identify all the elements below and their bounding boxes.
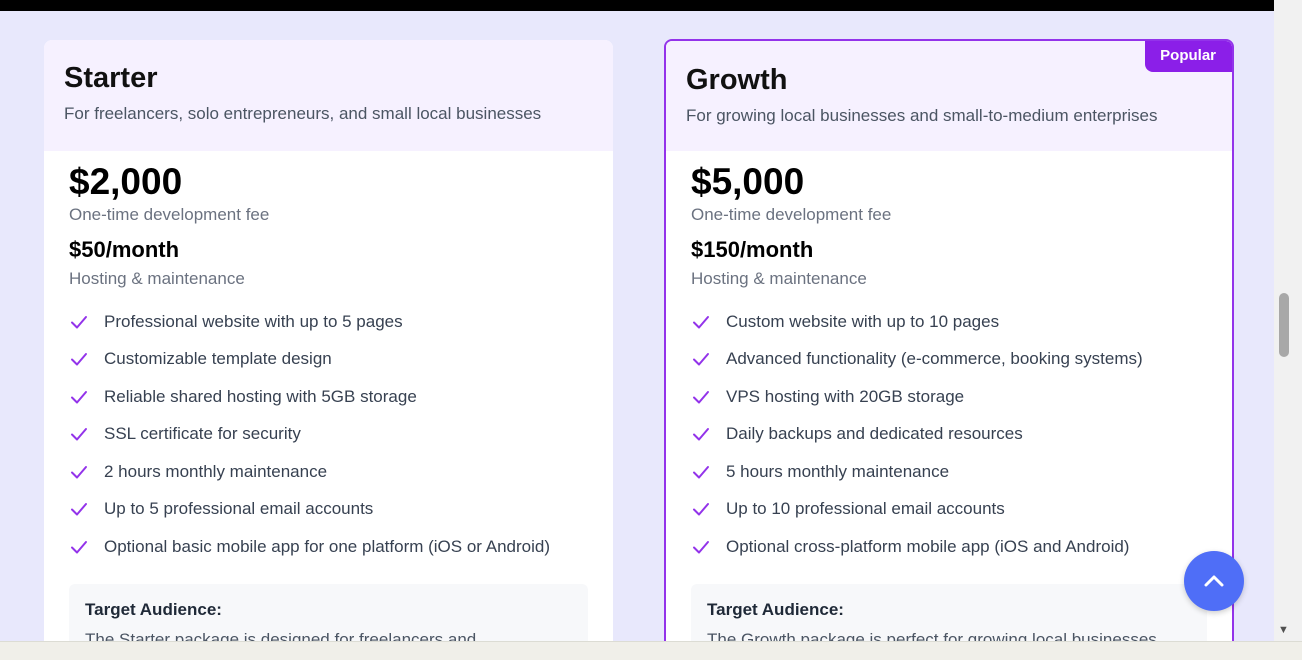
feature-text: 2 hours monthly maintenance (104, 461, 328, 481)
feature-text: Custom website with up to 10 pages (726, 311, 1000, 331)
check-icon (693, 465, 709, 479)
feature-item: Up to 5 professional email accounts (69, 491, 588, 529)
audience-title: Target Audience: (85, 599, 222, 619)
feature-item: Optional cross-platform mobile app (iOS … (691, 528, 1207, 566)
feature-item: Advanced functionality (e-commerce, book… (691, 341, 1207, 379)
feature-item: Custom website with up to 10 pages (691, 303, 1207, 341)
check-icon (71, 465, 87, 479)
check-icon (693, 540, 709, 554)
monthly-price: $50/month (69, 237, 180, 262)
feature-text: Professional website with up to 5 pages (104, 311, 403, 331)
feature-item: Customizable template design (69, 341, 588, 379)
page-scrollbar[interactable]: ▼ (1274, 0, 1302, 641)
pricing-section: Starter For freelancers, solo entreprene… (0, 11, 1274, 641)
check-icon (71, 428, 87, 441)
feature-text: Reliable shared hosting with 5GB storage (104, 386, 417, 406)
feature-item: Optional basic mobile app for one platfo… (69, 528, 588, 566)
plan-body: $5,000 One-time development fee $150/mon… (666, 151, 1232, 641)
audience-text: The Starter package is designed for free… (85, 629, 477, 642)
monthly-note: Hosting & maintenance (69, 269, 245, 288)
target-audience-box: Target Audience: The Starter package is … (69, 583, 588, 642)
feature-text: Optional cross-platform mobile app (iOS … (726, 536, 1130, 556)
plan-header: Starter For freelancers, solo entreprene… (44, 40, 613, 151)
feature-item: Professional website with up to 5 pages (69, 303, 588, 341)
plan-price: $5,000 (691, 161, 805, 202)
feature-item: Reliable shared hosting with 5GB storage (69, 378, 588, 416)
check-icon (693, 353, 709, 366)
feature-text: Up to 5 professional email accounts (104, 499, 374, 519)
plan-title: Growth (686, 64, 788, 96)
feature-list: Custom website with up to 10 pages Advan… (691, 303, 1207, 566)
scrollbar-thumb[interactable] (1279, 293, 1289, 357)
feature-item: 2 hours monthly maintenance (69, 453, 588, 491)
feature-item: Daily backups and dedicated resources (691, 416, 1207, 454)
scroll-down-arrow-icon[interactable]: ▼ (1278, 625, 1289, 636)
check-icon (693, 315, 709, 329)
chevron-up-icon (1204, 575, 1224, 587)
feature-text: Optional basic mobile app for one platfo… (104, 536, 551, 556)
price-note: One-time development fee (691, 205, 892, 224)
price-note: One-time development fee (69, 205, 270, 224)
feature-text: Up to 10 professional email accounts (726, 499, 1005, 519)
monthly-note: Hosting & maintenance (691, 269, 867, 288)
feature-text: SSL certificate for security (104, 424, 301, 444)
feature-item: Up to 10 professional email accounts (691, 491, 1207, 529)
feature-text: 5 hours monthly maintenance (726, 461, 950, 481)
audience-title: Target Audience: (707, 599, 844, 619)
feature-item: 5 hours monthly maintenance (691, 453, 1207, 491)
feature-item: VPS hosting with 20GB storage (691, 378, 1207, 416)
audience-text: The Growth package is perfect for growin… (707, 629, 1157, 642)
monthly-price: $150/month (691, 237, 814, 262)
check-icon (71, 353, 87, 366)
plan-price: $2,000 (69, 161, 183, 202)
feature-text: Customizable template design (104, 349, 332, 369)
feature-text: Advanced functionality (e-commerce, book… (726, 349, 1143, 369)
status-bar (0, 641, 1302, 660)
check-icon (71, 503, 87, 516)
check-icon (71, 540, 87, 554)
feature-list: Professional website with up to 5 pages … (69, 303, 588, 566)
plan-card-starter: Starter For freelancers, solo entreprene… (44, 40, 613, 641)
top-bar (0, 0, 1274, 11)
check-icon (693, 390, 709, 404)
popular-badge: Popular (1145, 41, 1232, 72)
scroll-to-top-button[interactable] (1184, 551, 1244, 611)
check-icon (71, 390, 87, 404)
check-icon (71, 315, 87, 329)
feature-item: SSL certificate for security (69, 416, 588, 454)
plan-body: $2,000 One-time development fee $50/mont… (44, 151, 613, 641)
feature-text: VPS hosting with 20GB storage (726, 386, 965, 406)
plan-description: For freelancers, solo entrepreneurs, and… (64, 104, 542, 123)
plan-title: Starter (64, 62, 158, 94)
plan-description: For growing local businesses and small-t… (686, 106, 1158, 125)
feature-text: Daily backups and dedicated resources (726, 424, 1023, 444)
check-icon (693, 503, 709, 516)
check-icon (693, 428, 709, 441)
target-audience-box: Target Audience: The Growth package is p… (691, 583, 1207, 642)
plan-card-growth: Popular Growth For growing local busines… (664, 39, 1234, 641)
